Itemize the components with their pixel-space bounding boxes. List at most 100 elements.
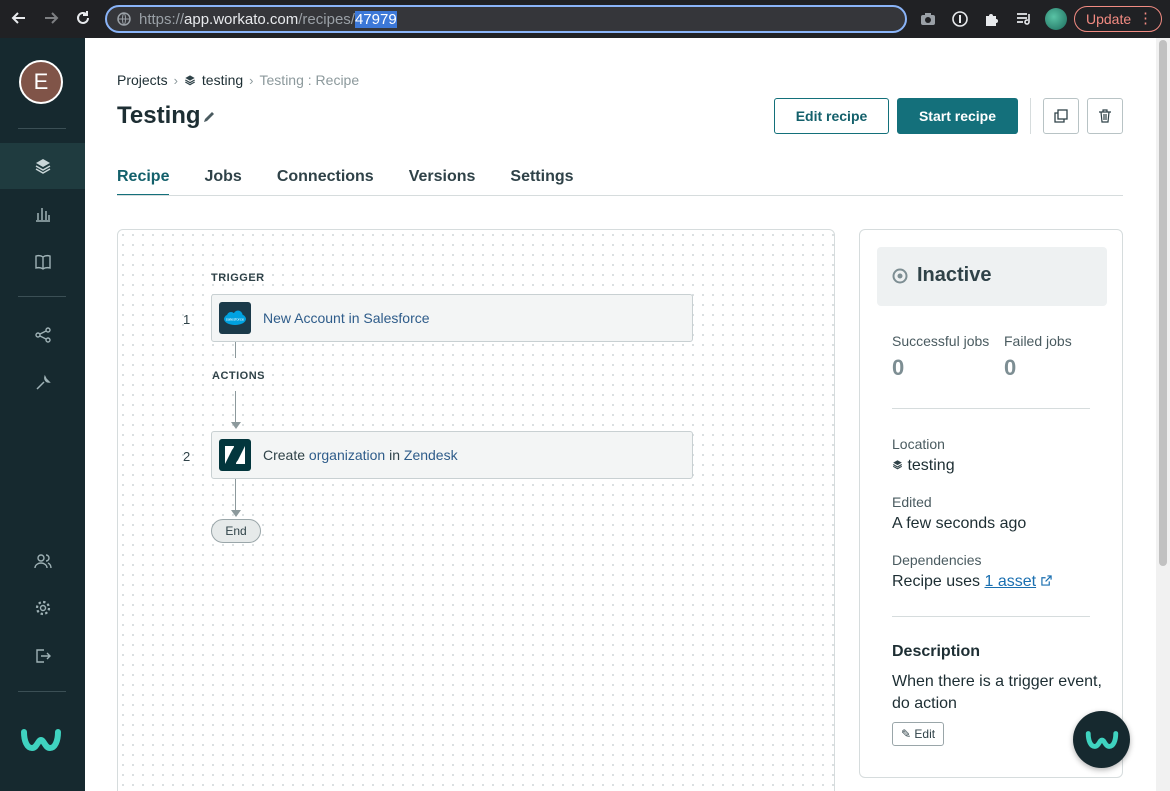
external-link-icon[interactable] (1040, 575, 1052, 586)
extensions-puzzle-icon[interactable] (983, 10, 1001, 28)
tab-bar: Recipe Jobs Connections Versions Setting… (117, 168, 609, 196)
browser-toolbar: https://app.workato.com/recipes/47979 Up… (0, 0, 1170, 38)
pencil-icon[interactable] (202, 110, 216, 124)
sidebar-item-tools[interactable] (0, 360, 85, 406)
page-scrollbar[interactable] (1156, 38, 1170, 791)
layers-icon (184, 75, 195, 86)
edit-description-label: Edit (914, 727, 936, 741)
book-icon (34, 255, 51, 270)
description-title: Description (892, 643, 981, 660)
sidebar-divider (18, 128, 66, 129)
media-queue-icon[interactable] (1015, 10, 1033, 28)
chevron-right-icon: › (249, 72, 254, 88)
sidebar-divider (18, 691, 66, 692)
successful-jobs-label: Successful jobs (892, 333, 990, 349)
forward-arrow-icon[interactable] (41, 9, 61, 29)
more-vertical-icon: ⋮ (1138, 10, 1153, 27)
url-selected-text: 47979 (354, 11, 397, 28)
breadcrumb-projects[interactable]: Projects (117, 72, 168, 88)
wrench-icon (35, 374, 51, 390)
url-text[interactable]: https://app.workato.com/recipes/47979 (139, 11, 397, 28)
back-arrow-icon[interactable] (9, 9, 29, 29)
flow-connector (235, 391, 236, 423)
arrow-down-icon (231, 422, 241, 429)
step-number: 1 (183, 312, 191, 327)
update-label: Update (1086, 11, 1132, 27)
header-divider (1030, 98, 1031, 134)
sidebar: E (0, 38, 85, 791)
sidebar-divider (18, 296, 66, 297)
delete-button[interactable] (1087, 98, 1123, 134)
successful-jobs-value: 0 (892, 355, 905, 380)
action-verb: Create (263, 447, 309, 463)
url-path: /recipes/ (298, 11, 355, 28)
reload-icon[interactable] (73, 9, 93, 29)
action-step[interactable]: Create organization in Zendesk (211, 431, 693, 479)
location-label: Location (892, 436, 945, 452)
password-manager-icon[interactable] (951, 10, 969, 28)
failed-jobs-label: Failed jobs (1004, 333, 1072, 349)
workato-logo-icon[interactable] (20, 726, 62, 754)
edit-description-button[interactable]: ✎ Edit (892, 722, 944, 746)
sidebar-item-docs[interactable] (0, 239, 85, 285)
status-badge: Inactive (877, 247, 1107, 306)
page-title: Testing (117, 102, 201, 129)
tab-connections[interactable]: Connections (277, 168, 374, 196)
breadcrumb-folder[interactable]: testing (202, 72, 243, 88)
sidebar-item-projects[interactable] (0, 143, 85, 189)
panel-divider (892, 616, 1090, 617)
end-node: End (211, 519, 261, 543)
url-scheme: https:// (139, 11, 185, 28)
scrollbar-thumb[interactable] (1159, 40, 1167, 566)
trigger-label: TRIGGER (211, 272, 265, 284)
users-icon (33, 554, 52, 569)
camera-icon[interactable] (919, 10, 937, 28)
layers-icon (892, 460, 903, 470)
edited-value: A few seconds ago (892, 515, 1027, 532)
sidebar-item-workspace[interactable] (0, 538, 85, 584)
dependencies-text: Recipe uses (892, 573, 985, 590)
clone-button[interactable] (1043, 98, 1079, 134)
action-object-link[interactable]: organization (309, 447, 385, 463)
logout-icon (35, 649, 51, 663)
avatar[interactable]: E (19, 60, 63, 104)
address-bar[interactable]: https://app.workato.com/recipes/47979 (105, 5, 907, 33)
tab-recipe[interactable]: Recipe (117, 168, 170, 196)
copy-icon (1054, 109, 1068, 123)
tab-jobs[interactable]: Jobs (204, 168, 241, 196)
edit-recipe-button[interactable]: Edit recipe (774, 98, 889, 134)
pencil-icon: ✎ (901, 727, 912, 741)
sidebar-item-connections[interactable] (0, 312, 85, 358)
action-app-link[interactable]: Zendesk (404, 447, 458, 463)
sidebar-item-logout[interactable] (0, 633, 85, 679)
update-button[interactable]: Update ⋮ (1074, 6, 1162, 32)
step-number: 2 (183, 449, 191, 464)
panel-divider (892, 408, 1090, 409)
trash-icon (1099, 109, 1111, 123)
inactive-status-icon (892, 268, 908, 284)
tab-settings[interactable]: Settings (510, 168, 573, 196)
dependencies-link[interactable]: 1 asset (985, 573, 1037, 590)
gear-icon (35, 600, 50, 616)
share-nodes-icon (34, 327, 51, 343)
sidebar-item-dashboard[interactable] (0, 191, 85, 237)
trigger-step[interactable]: salesforce New Account in Salesforce (211, 294, 693, 342)
description-text: When there is a trigger event, do action (892, 673, 1102, 712)
flow-connector (235, 342, 236, 358)
salesforce-logo-text: salesforce (226, 317, 245, 322)
tab-versions[interactable]: Versions (409, 168, 476, 196)
bar-chart-icon (35, 208, 50, 222)
recipe-info-panel: Inactive Successful jobs 0 Failed jobs 0… (859, 229, 1123, 778)
trigger-step-text: New Account in Salesforce (263, 310, 430, 326)
layers-icon (35, 159, 50, 174)
help-chat-button[interactable] (1073, 711, 1130, 768)
location-folder-name: testing (907, 457, 955, 474)
start-recipe-button[interactable]: Start recipe (897, 98, 1018, 134)
site-info-icon[interactable] (117, 12, 131, 26)
status-label: Inactive (917, 264, 992, 286)
actions-label: ACTIONS (212, 370, 265, 382)
profile-avatar[interactable] (1045, 8, 1067, 30)
sidebar-item-settings[interactable] (0, 585, 85, 631)
workato-logo-icon (1085, 730, 1118, 749)
location-value[interactable]: testing (892, 457, 955, 475)
